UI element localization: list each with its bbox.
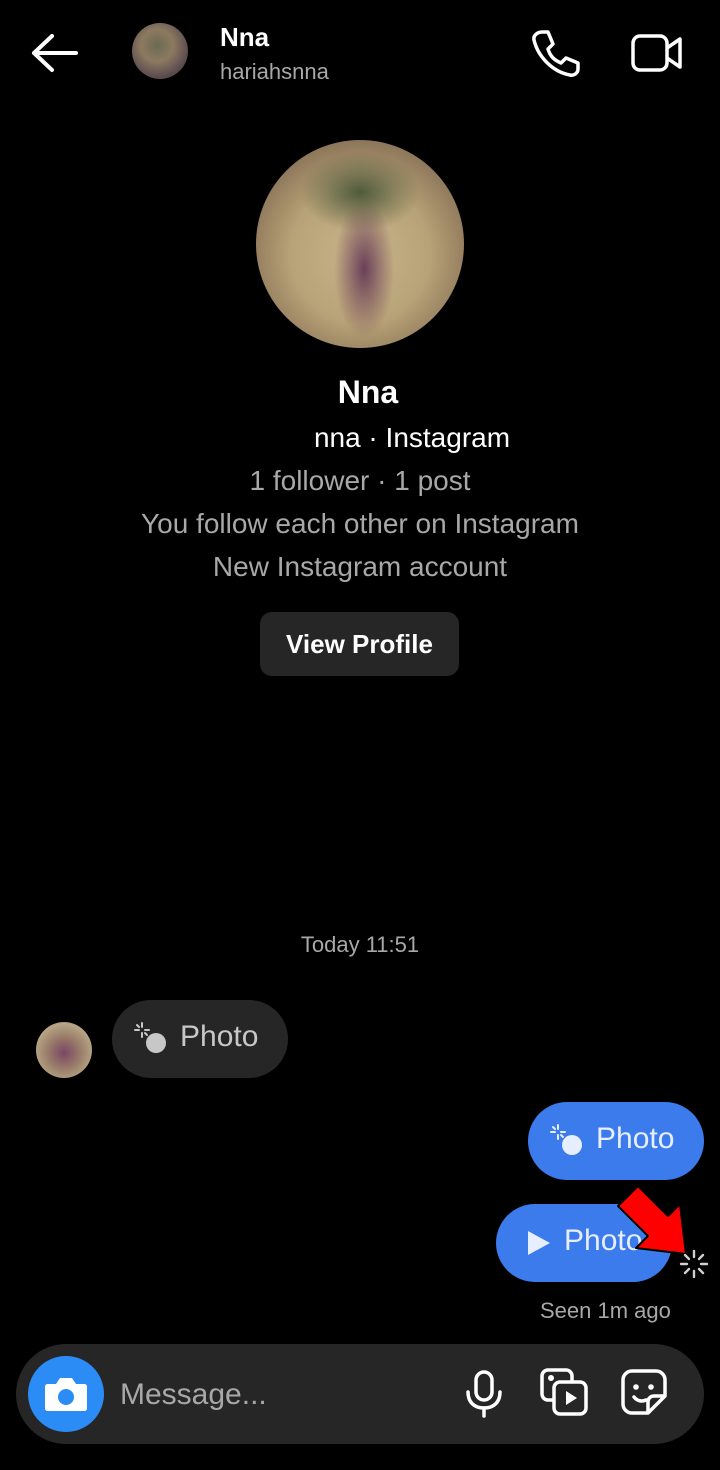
voice-message-button[interactable] xyxy=(462,1368,506,1420)
outgoing-photo-message[interactable]: Photo xyxy=(528,1102,704,1180)
message-label: Photo xyxy=(596,1122,675,1155)
sticker-icon xyxy=(621,1369,667,1415)
microphone-icon xyxy=(466,1370,502,1418)
message-input[interactable] xyxy=(120,1374,440,1416)
profile-subtitle: nna · Instagram xyxy=(313,422,511,453)
sender-avatar[interactable] xyxy=(36,1022,92,1078)
message-label: Photo xyxy=(180,1020,259,1053)
new-account-text: New Instagram account xyxy=(212,551,508,582)
sending-spinner-icon xyxy=(678,1248,710,1280)
header-avatar[interactable] xyxy=(132,23,188,79)
camera-icon xyxy=(45,1378,87,1411)
back-button[interactable] xyxy=(26,28,86,78)
gallery-button[interactable] xyxy=(538,1366,590,1418)
photo-sparkle-icon xyxy=(134,1022,166,1053)
mutual-follow-text: You follow each other on Instagram xyxy=(141,508,579,539)
camera-button[interactable] xyxy=(28,1356,104,1432)
chat-timestamp: Today 11:51 xyxy=(300,932,420,957)
phone-icon xyxy=(532,30,580,77)
header-name[interactable]: Nna xyxy=(220,22,269,53)
profile-avatar[interactable] xyxy=(256,140,464,348)
gallery-icon xyxy=(540,1368,588,1416)
profile-stats: 1 follower · 1 post xyxy=(249,465,471,496)
photo-sparkle-icon xyxy=(550,1124,582,1155)
header-username[interactable]: hariahsnna xyxy=(220,59,329,85)
video-call-button[interactable] xyxy=(628,26,686,80)
play-icon xyxy=(528,1231,550,1255)
seen-status: Seen 1m ago xyxy=(540,1298,671,1323)
view-profile-button[interactable]: View Profile xyxy=(260,612,459,676)
back-arrow-icon xyxy=(32,34,78,72)
incoming-photo-message[interactable]: Photo xyxy=(112,1000,288,1078)
video-camera-icon xyxy=(631,34,682,72)
voice-call-button[interactable] xyxy=(528,26,582,80)
sticker-button[interactable] xyxy=(618,1366,670,1418)
profile-name: Nna xyxy=(337,374,399,410)
